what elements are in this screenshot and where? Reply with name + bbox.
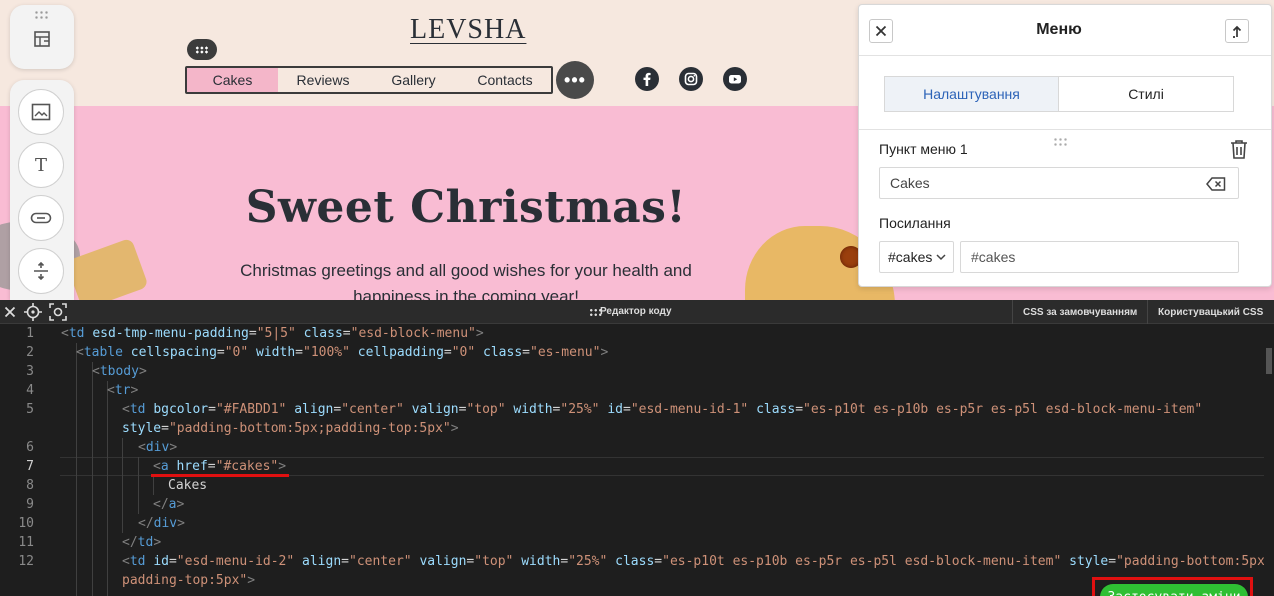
code-line: <td bgcolor="#FABDD1" align="center" val… <box>122 402 1203 417</box>
code-area[interactable]: 1 2 3 4 5 6 7 8 9 10 11 12 <td esd-tmp-m… <box>0 324 1274 596</box>
chevron-down-icon <box>936 254 946 261</box>
code-line: style="padding-bottom:5px;padding-top:5p… <box>122 421 459 436</box>
hero-title[interactable]: Sweet Christmas! <box>0 182 932 233</box>
line-number: 5 <box>26 402 34 417</box>
inspect-button[interactable] <box>48 302 68 322</box>
line-number: 8 <box>26 478 34 493</box>
link-label: Посилання <box>879 215 951 231</box>
annotation-underline <box>151 474 289 477</box>
code-line-active: <a href="#cakes"> <box>153 459 287 474</box>
apply-changes-button[interactable]: Застосувати зміни <box>1100 584 1248 596</box>
menu-item-name-input[interactable]: Cakes <box>879 167 1239 199</box>
indent-guide <box>92 362 93 596</box>
youtube-icon[interactable] <box>723 67 747 91</box>
instagram-icon[interactable] <box>679 67 703 91</box>
line-number: 6 <box>26 440 34 455</box>
code-editor: Редактор коду CSS за замовчуванням Корис… <box>0 300 1274 596</box>
indent-guide <box>76 343 77 596</box>
indent-guide <box>138 457 139 514</box>
code-line: </div> <box>138 516 185 531</box>
menu-block[interactable]: Cakes Reviews Gallery Contacts <box>185 66 553 94</box>
menu-drag-handle[interactable] <box>187 39 217 60</box>
code-line: <td esd-tmp-menu-padding="5|5" class="es… <box>61 326 484 341</box>
crosshair-icon <box>24 303 42 321</box>
image-icon <box>31 103 51 121</box>
line-number: 11 <box>18 535 34 550</box>
code-line: <table cellspacing="0" width="100%" cell… <box>76 345 609 360</box>
code-line: <td id="esd-menu-id-2" align="center" va… <box>122 554 1273 569</box>
tab-styles[interactable]: Стилі <box>1059 77 1233 111</box>
button-icon <box>30 212 52 224</box>
close-icon <box>4 306 16 318</box>
email-editor: { "canvas": { "logo": "LEVSHA", "menu": … <box>0 0 1274 596</box>
layout-button[interactable] <box>19 16 65 62</box>
line-number: 9 <box>26 497 34 512</box>
logo-text: LEVSHA <box>410 14 527 45</box>
indent-guide <box>122 438 123 533</box>
link-type-value: #cakes <box>888 249 933 265</box>
scan-icon <box>49 303 67 321</box>
spacer-icon <box>34 261 48 281</box>
toolbar-layout-group <box>10 5 74 69</box>
menu-item-name-value: Cakes <box>890 175 930 191</box>
menu-item-label: Пункт меню 1 <box>879 141 968 157</box>
menu-settings-panel: Меню Налаштування Стилі Пункт меню 1 Cak… <box>858 4 1272 287</box>
line-number: 4 <box>26 383 34 398</box>
indent-guide <box>153 476 154 495</box>
code-line: </td> <box>122 535 162 550</box>
menu-item-gallery[interactable]: Gallery <box>368 68 459 92</box>
text-icon: T <box>34 154 47 176</box>
code-editor-title: Редактор коду <box>600 306 672 317</box>
drag-dots-icon[interactable] <box>1053 137 1069 147</box>
line-number: 10 <box>18 516 34 531</box>
line-number: 1 <box>26 326 34 341</box>
close-editor-button[interactable] <box>0 302 20 322</box>
line-number: 3 <box>26 364 34 379</box>
code-line: padding-top:5px"> <box>122 573 256 588</box>
link-url-input[interactable]: #cakes <box>960 241 1239 273</box>
clear-input-icon[interactable] <box>1206 177 1226 191</box>
code-line: </a> <box>153 497 185 512</box>
code-line: <tr> <box>107 383 139 398</box>
menu-item-contacts[interactable]: Contacts <box>459 68 551 92</box>
tab-settings[interactable]: Налаштування <box>885 77 1059 111</box>
divider <box>859 129 1271 130</box>
code-editor-toolbar: Редактор коду CSS за замовчуванням Корис… <box>0 300 1274 324</box>
delete-item-button[interactable] <box>1229 138 1249 160</box>
line-number: 2 <box>26 345 34 360</box>
layout-icon <box>34 31 50 47</box>
menu-item-reviews[interactable]: Reviews <box>278 68 368 92</box>
panel-tabs: Налаштування Стилі <box>884 76 1234 112</box>
panel-header: Меню <box>859 5 1271 56</box>
code-line: Cakes <box>168 478 208 493</box>
code-line: <div> <box>138 440 178 455</box>
panel-title: Меню <box>1036 21 1082 38</box>
scrollbar-thumb[interactable] <box>1266 348 1272 374</box>
spacer-block-button[interactable] <box>18 248 64 294</box>
toolbar-blocks-group: T <box>10 80 74 300</box>
hero-subtitle[interactable]: Christmas greetings and all good wishes … <box>200 258 732 300</box>
menu-item-cakes[interactable]: Cakes <box>187 68 278 92</box>
link-url-value: #cakes <box>971 249 1016 265</box>
link-type-select[interactable]: #cakes <box>879 241 954 273</box>
text-block-button[interactable]: T <box>18 142 64 188</box>
image-block-button[interactable] <box>18 89 64 135</box>
line-number-active: 7 <box>26 459 34 474</box>
undock-arrow-icon <box>1232 25 1242 38</box>
more-options-button[interactable]: ••• <box>556 61 594 99</box>
drag-dots-icon <box>195 45 209 54</box>
target-element-button[interactable] <box>23 302 43 322</box>
facebook-icon[interactable] <box>635 67 659 91</box>
tab-custom-css[interactable]: Користувацький CSS <box>1147 300 1273 324</box>
indent-guide <box>107 381 108 596</box>
line-number: 12 <box>18 554 34 569</box>
button-block-button[interactable] <box>18 195 64 241</box>
tab-default-css[interactable]: CSS за замовчуванням <box>1012 300 1147 324</box>
trash-icon <box>1231 140 1247 159</box>
code-line: <tbody> <box>92 364 147 379</box>
collapse-panel-button[interactable] <box>1225 19 1249 43</box>
